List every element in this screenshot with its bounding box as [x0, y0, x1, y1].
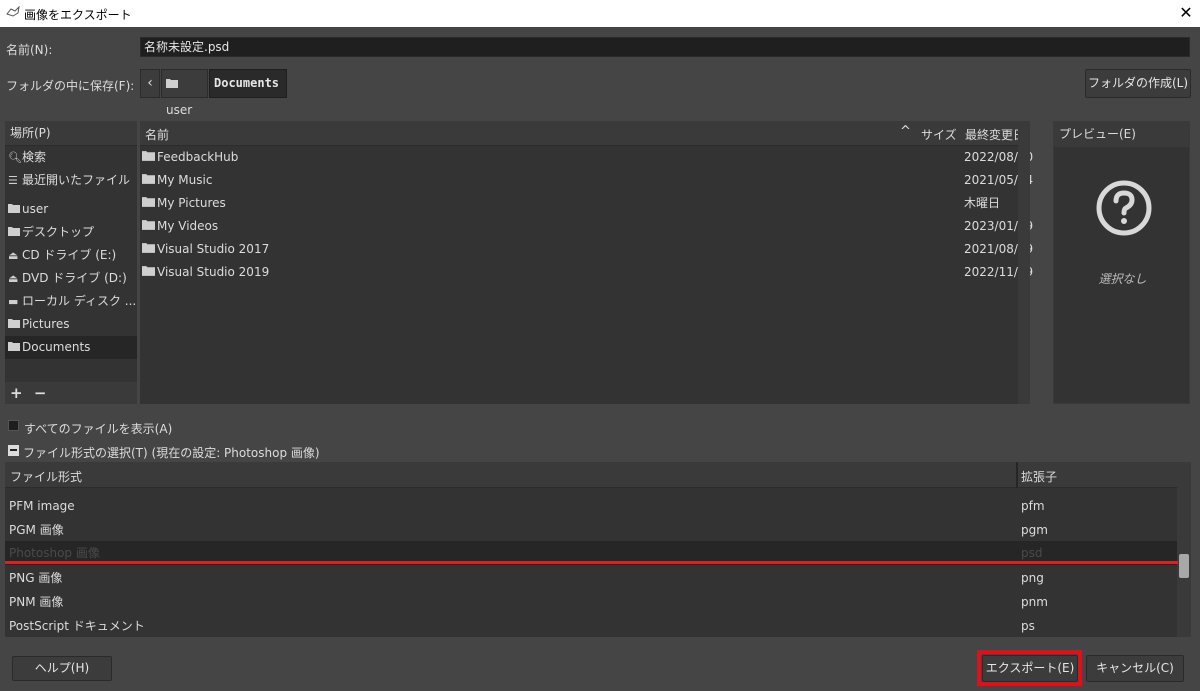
window-title: 画像をエクスポート — [24, 8, 132, 22]
filename-input[interactable]: 名称未設定.psd — [140, 37, 1190, 57]
filetype-expander-icon[interactable] — [8, 445, 19, 456]
save-in-folder-label: フォルダの中に保存(F): — [6, 79, 135, 93]
places-panel: 場所(P) 🔍︎検索 ☰ 最近開いたファイル user デスクトップ ⏏ CD ドラ… — [5, 121, 137, 404]
file-list-scrollbar[interactable] — [1018, 121, 1030, 404]
folder-icon — [142, 238, 155, 261]
add-bookmark-button[interactable]: + — [10, 384, 23, 402]
folder-icon — [8, 198, 22, 221]
preview-panel: プレビュー(E) 選択なし — [1053, 121, 1190, 404]
place-recent[interactable]: ☰ 最近開いたファイル — [5, 169, 137, 192]
search-icon: 🔍︎ — [8, 151, 22, 164]
recent-icon: ☰ — [8, 174, 18, 187]
sort-ascending-icon: ^ — [900, 124, 911, 139]
column-name[interactable]: 名前 — [145, 126, 169, 143]
folder-icon — [166, 79, 178, 88]
breadcrumb-documents[interactable]: Documents — [209, 69, 287, 98]
highlight-underline — [5, 561, 1178, 564]
filetype-row[interactable]: PGM 画像 pgm — [5, 518, 1177, 542]
file-row[interactable]: Visual Studio 2017 2021/08/19 — [140, 238, 1033, 261]
folder-icon — [142, 146, 155, 169]
place-cd-drive[interactable]: ⏏ CD ドライブ (E:) — [5, 244, 137, 267]
breadcrumb-back-button[interactable]: ‹ — [140, 69, 160, 98]
folder-icon — [142, 192, 155, 215]
place-documents[interactable]: Documents — [5, 336, 137, 359]
folder-icon — [8, 313, 22, 336]
places-header: 場所(P) — [5, 121, 137, 146]
folder-icon — [142, 215, 155, 238]
filetype-list-scrollbar[interactable] — [1177, 462, 1191, 637]
chevron-left-icon: ‹ — [147, 75, 153, 91]
filetype-row[interactable]: PostScript ドキュメント ps — [5, 614, 1177, 638]
filetype-list-header: ファイル形式 拡張子 — [5, 462, 1191, 488]
close-icon[interactable]: ✕ — [1172, 0, 1200, 27]
help-button[interactable]: ヘルプ(H) — [12, 656, 112, 681]
folder-icon — [142, 261, 155, 284]
place-pictures[interactable]: Pictures — [5, 313, 137, 336]
column-size[interactable]: サイズ — [921, 126, 957, 143]
filetype-expander-label[interactable]: ファイル形式の選択(T) (現在の設定: Photoshop 画像) — [23, 444, 320, 461]
filetype-row[interactable]: PNG 画像 png — [5, 566, 1177, 590]
show-all-files-checkbox[interactable] — [8, 420, 19, 431]
file-row[interactable]: My Videos 2023/01/19 — [140, 215, 1033, 238]
create-folder-button[interactable]: フォルダの作成(L) — [1085, 69, 1191, 98]
scrollbar-thumb[interactable] — [1179, 554, 1189, 578]
dvd-drive-icon: ⏏ — [8, 272, 19, 285]
folder-icon — [8, 221, 22, 244]
title-bar: 画像をエクスポート ✕ — [0, 0, 1200, 27]
column-extension[interactable]: 拡張子 — [1021, 468, 1057, 485]
place-search[interactable]: 🔍︎検索 — [5, 146, 137, 169]
place-user[interactable]: user — [5, 198, 137, 221]
filetype-row[interactable]: PFM image pfm — [5, 494, 1177, 518]
cd-drive-icon: ⏏ — [8, 249, 19, 262]
question-mark-icon — [1096, 180, 1152, 236]
filetype-row[interactable]: PNM 画像 pnm — [5, 590, 1177, 614]
preview-header: プレビュー(E) — [1054, 122, 1189, 147]
cancel-button[interactable]: キャンセル(C) — [1086, 655, 1184, 682]
remove-bookmark-button[interactable]: − — [34, 384, 47, 402]
folder-icon — [142, 169, 155, 192]
preview-empty-text: 選択なし — [1098, 272, 1147, 286]
show-all-files-label[interactable]: すべてのファイルを表示(A) — [24, 420, 172, 437]
breadcrumb-user[interactable]: user — [161, 69, 208, 117]
file-row[interactable]: My Pictures 木曜日 — [140, 192, 1030, 215]
place-local-disk[interactable]: ▬ ローカル ディスク ... — [5, 290, 137, 313]
filetype-list: ファイル形式 拡張子 PFM image pfm PGM 画像 pgm Photos… — [5, 462, 1191, 637]
export-button[interactable]: エクスポート(E) — [982, 655, 1078, 682]
column-divider — [1016, 462, 1018, 488]
gimp-app-icon — [6, 6, 20, 17]
folder-icon — [8, 336, 22, 359]
name-label: 名前(N): — [6, 43, 53, 57]
file-row[interactable]: Visual Studio 2019 2022/11/19 — [140, 261, 1033, 284]
file-list: 名前 ^ サイズ 最終変更日 FeedbackHub 2022/08/30 My … — [140, 121, 1033, 404]
place-desktop[interactable]: デスクトップ — [5, 221, 137, 244]
column-modified[interactable]: 最終変更日 — [965, 126, 1025, 143]
disk-icon: ▬ — [8, 295, 19, 308]
file-row[interactable]: My Music 2021/05/24 — [140, 169, 1033, 192]
breadcrumb-user-label: user — [166, 103, 193, 117]
file-row[interactable]: FeedbackHub 2022/08/30 — [140, 146, 1033, 169]
place-dvd-drive[interactable]: ⏏ DVD ドライブ (D:) — [5, 267, 137, 290]
column-filetype[interactable]: ファイル形式 — [10, 468, 82, 485]
places-footer: + − — [5, 382, 137, 404]
file-list-header: 名前 ^ サイズ 最終変更日 — [140, 121, 1030, 146]
